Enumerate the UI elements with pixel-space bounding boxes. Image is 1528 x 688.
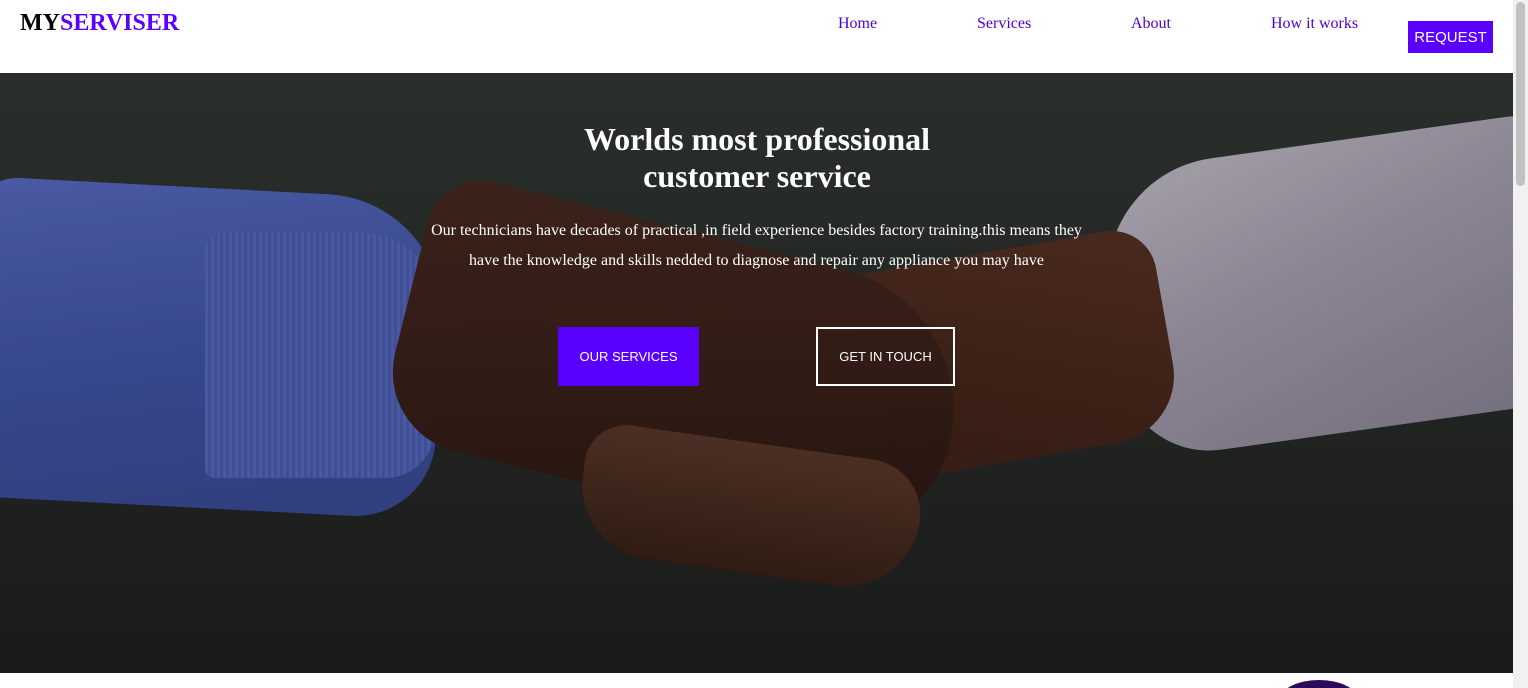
hero-section: Worlds most professional customer servic… xyxy=(0,73,1513,673)
hero-title: Worlds most professional customer servic… xyxy=(457,121,1057,195)
page: MYSERVISER Home Services About How it wo… xyxy=(0,0,1528,688)
brand-logo[interactable]: MYSERVISER xyxy=(20,10,179,37)
nav-how-it-works-link[interactable]: How it works xyxy=(1271,15,1358,33)
site-header: MYSERVISER Home Services About How it wo… xyxy=(0,0,1513,73)
next-section-peek xyxy=(0,673,1513,688)
get-in-touch-button[interactable]: GET IN TOUCH xyxy=(816,327,955,386)
hero-title-line1: Worlds most professional xyxy=(583,121,931,157)
hero-description: Our technicians have decades of practica… xyxy=(431,222,1082,269)
scrollbar-thumb[interactable] xyxy=(1516,2,1525,186)
brand-logo-part2: SERVISER xyxy=(59,10,180,36)
decorative-circle xyxy=(1280,680,1358,688)
nav-about-link[interactable]: About xyxy=(1131,15,1171,33)
hero-title-line2: customer service xyxy=(643,158,871,194)
our-services-button[interactable]: OUR SERVICES xyxy=(558,327,699,386)
brand-logo-part1: MY xyxy=(20,10,60,36)
nav-services-link[interactable]: Services xyxy=(977,15,1031,33)
nav-home-link[interactable]: Home xyxy=(838,15,877,33)
request-button[interactable]: REQUEST xyxy=(1408,21,1493,53)
page-scrollbar[interactable] xyxy=(1513,0,1528,688)
